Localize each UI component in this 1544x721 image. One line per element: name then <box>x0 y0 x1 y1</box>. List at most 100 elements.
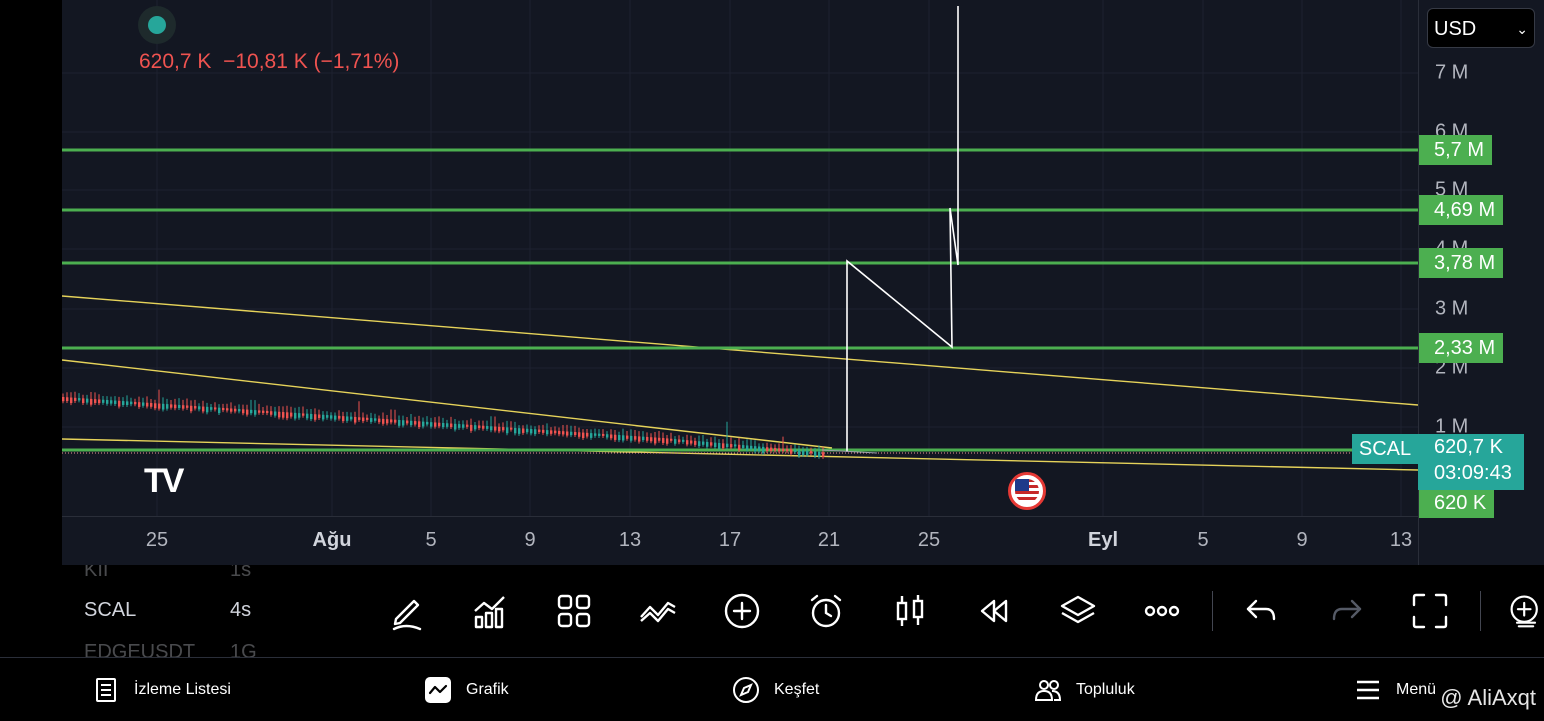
indicators-icon[interactable] <box>468 589 512 633</box>
candles[interactable] <box>62 389 825 459</box>
candle-body <box>778 448 781 452</box>
us-flag-icon[interactable] <box>1008 472 1046 510</box>
chart-canvas[interactable] <box>62 0 1418 516</box>
level-label-4-69m[interactable]: 4,69 M <box>1419 195 1504 225</box>
watchlist-timeframe: 1s <box>230 565 252 581</box>
toolbar-divider <box>1212 591 1213 631</box>
candle-body <box>522 428 525 433</box>
add-circle-icon[interactable] <box>720 589 764 633</box>
candle-body <box>662 438 665 443</box>
level-label-3-78m[interactable]: 3,78 M <box>1419 248 1504 278</box>
price-tick: 7 M <box>1435 61 1469 84</box>
candle-body <box>182 405 185 409</box>
candle-body <box>158 403 161 409</box>
candle-body <box>638 436 641 442</box>
candle-body <box>450 423 453 428</box>
candle-body <box>806 450 809 455</box>
candle-body <box>810 451 813 454</box>
candle-body <box>482 425 485 429</box>
candle-body <box>274 411 277 416</box>
redo-icon[interactable] <box>1324 589 1368 633</box>
layouts-grid-icon[interactable] <box>552 589 596 633</box>
candle-body <box>502 427 505 431</box>
candle-body <box>562 431 565 435</box>
market-status-dot-icon[interactable] <box>138 6 176 44</box>
candle-body <box>458 424 461 428</box>
nav-chart[interactable]: Grafik <box>424 658 509 721</box>
trend-lines[interactable] <box>62 295 1418 471</box>
zoom-in-icon[interactable] <box>1508 589 1544 633</box>
candle-body <box>342 416 345 422</box>
watchlist-peek[interactable]: KII 1s SCAL 4s EDGEUSDT 1G <box>0 565 380 657</box>
chart-area[interactable]: 620,7 K −10,81 K (−1,71%) TV <box>62 0 1418 565</box>
candle-body <box>126 401 129 405</box>
candle-body <box>410 420 413 426</box>
candle-body <box>422 421 425 427</box>
chart-wave-icon <box>425 676 451 703</box>
time-tick: 9 <box>1296 529 1308 551</box>
candle-body <box>650 437 653 442</box>
alarm-icon[interactable] <box>804 589 848 633</box>
candle-body <box>210 407 213 410</box>
candle-body <box>162 403 165 410</box>
candle-body <box>390 419 393 423</box>
level-label-5-7m[interactable]: 5,7 M <box>1419 135 1493 165</box>
list-document-icon <box>96 677 116 702</box>
candle-body <box>610 434 613 439</box>
candle-body <box>598 433 601 436</box>
candle-body <box>242 409 245 414</box>
candle-body <box>774 447 777 451</box>
candle-body <box>526 428 529 433</box>
nav-label: Topluluk <box>1076 680 1135 698</box>
candle-body <box>518 428 521 434</box>
level-label-620k[interactable]: 620 K <box>1419 488 1495 518</box>
level-lines[interactable] <box>62 148 1418 452</box>
nav-watchlist[interactable]: İzleme Listesi <box>92 658 231 721</box>
watchlist-row[interactable]: SCAL 4s <box>84 599 251 622</box>
time-tick: 25 <box>917 529 941 551</box>
replay-icon[interactable] <box>972 589 1016 633</box>
candle-body <box>266 410 269 414</box>
candle-body <box>382 418 385 424</box>
candle-body <box>150 403 153 407</box>
candle-body <box>494 426 497 431</box>
nav-menu[interactable]: Menü <box>1354 658 1436 721</box>
nav-community[interactable]: Topluluk <box>1034 658 1135 721</box>
time-axis[interactable]: 25 Ağu 5 9 13 17 21 25 Eyl 5 9 13 <box>62 516 1418 566</box>
candle-body <box>818 451 821 457</box>
candle-body <box>338 415 341 419</box>
candle-body <box>786 449 789 452</box>
candle-body <box>814 451 817 457</box>
nav-explore[interactable]: Keşfet <box>732 658 819 721</box>
candle-body <box>434 422 437 427</box>
watchlist-row[interactable]: EDGEUSDT 1G <box>84 641 257 657</box>
level-label-2-33m[interactable]: 2,33 M <box>1419 333 1504 363</box>
undo-icon[interactable] <box>1240 589 1284 633</box>
fullscreen-icon[interactable] <box>1408 589 1452 633</box>
candle-body <box>250 409 253 414</box>
candle-body <box>426 421 429 425</box>
candle-body <box>306 413 309 419</box>
candle-body <box>438 422 441 427</box>
time-tick: 25 <box>145 529 169 551</box>
time-tick-month: Eyl <box>1087 529 1119 551</box>
candle-body <box>318 414 321 418</box>
candle-body <box>330 415 333 419</box>
watchlist-row[interactable]: KII 1s <box>84 565 251 582</box>
candle-body <box>178 404 181 409</box>
watchlist-symbol: KII <box>84 565 109 581</box>
candles-icon[interactable] <box>888 589 932 633</box>
currency-select[interactable]: USD ⌄ <box>1427 8 1535 48</box>
compare-lines-icon[interactable] <box>636 589 680 633</box>
candle-body <box>602 433 605 436</box>
price-tick: 3 M <box>1435 297 1469 320</box>
candle-body <box>710 442 713 446</box>
layers-icon[interactable] <box>1056 589 1100 633</box>
candle-body <box>350 416 353 420</box>
draw-pen-icon[interactable] <box>384 589 428 633</box>
currency-value: USD <box>1434 18 1477 40</box>
candle-body <box>462 424 465 428</box>
more-dots-icon[interactable] <box>1140 589 1184 633</box>
candle-body <box>78 398 81 401</box>
watchlist-timeframe: 1G <box>230 641 257 657</box>
